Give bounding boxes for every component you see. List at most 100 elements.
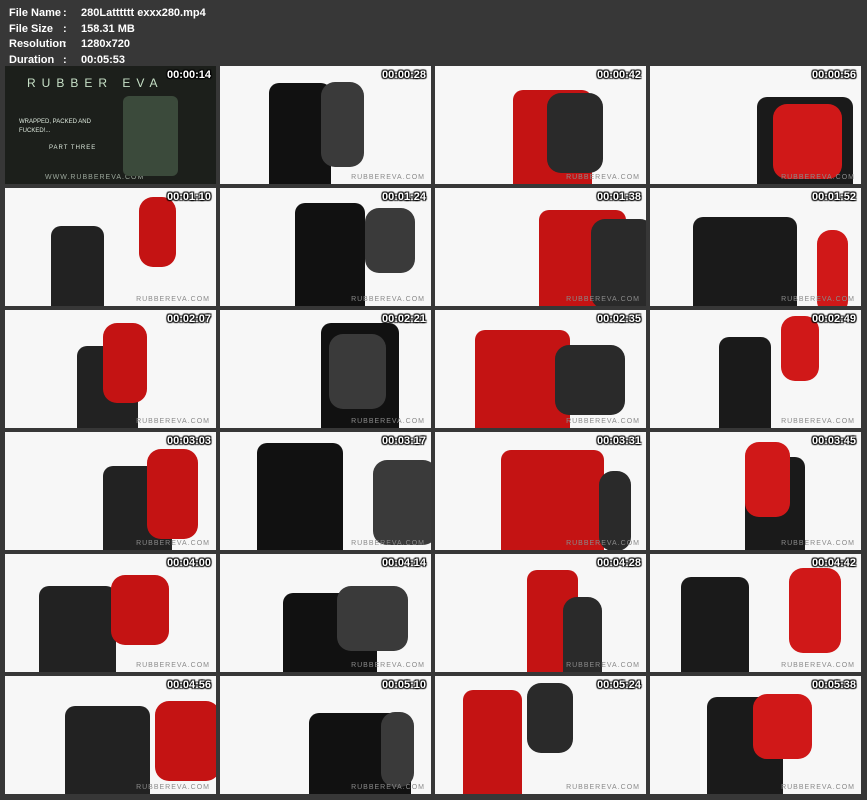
figure-silhouette (39, 586, 116, 672)
watermark: RUBBEREVA.COM (351, 174, 425, 181)
watermark: RUBBEREVA.COM (566, 174, 640, 181)
watermark: RUBBEREVA.COM (351, 784, 425, 791)
figure-silhouette (781, 316, 819, 381)
title-card-part: PART THREE (49, 145, 97, 151)
figure-silhouette (817, 230, 848, 306)
thumbnail-timestamp: 00:04:28 (596, 557, 641, 569)
video-thumbnail[interactable]: RUBBEREVA.COM 00:02:49 (650, 310, 861, 428)
watermark: RUBBEREVA.COM (136, 662, 210, 669)
resolution-value: 1280x720 (81, 38, 130, 50)
video-thumbnail[interactable]: RUBBEREVA.COM 00:00:42 (435, 66, 646, 184)
video-thumbnail[interactable]: RUBBEREVA.COM 00:01:10 (5, 188, 216, 306)
video-thumbnail[interactable]: RUBBEREVA.COM 00:00:56 (650, 66, 861, 184)
figure-silhouette (693, 217, 797, 306)
figure-silhouette (591, 219, 646, 306)
watermark: RUBBEREVA.COM (781, 418, 855, 425)
watermark: RUBBEREVA.COM (351, 418, 425, 425)
figure-silhouette (139, 197, 176, 267)
video-thumbnail[interactable]: RUBBEREVA.COM 00:03:31 (435, 432, 646, 550)
video-thumbnail[interactable]: RUBBEREVA.COM 00:05:10 (220, 676, 431, 794)
file-info-separator: : (63, 38, 67, 50)
thumbnail-timestamp: 00:02:49 (811, 313, 856, 325)
figure-silhouette (103, 323, 147, 403)
video-thumbnail[interactable]: RUBBEREVA.COM 00:03:03 (5, 432, 216, 550)
thumbnail-timestamp: 00:00:14 (166, 69, 211, 81)
file-info-key: File Size (9, 22, 54, 35)
video-thumbnail[interactable]: RUBBEREVA.COM 00:01:52 (650, 188, 861, 306)
figure-silhouette (111, 575, 169, 645)
file-info-separator: : (63, 22, 67, 35)
file-info-row: File Name : 280Latttttt exxx280.mp4 (9, 6, 206, 22)
thumbnail-timestamp: 00:04:00 (166, 557, 211, 569)
file-info-row: Resolution : 1280x720 (9, 37, 206, 53)
figure-silhouette (381, 712, 414, 787)
title-card-brand: RUBBER EVA (27, 76, 164, 90)
figure-silhouette (789, 568, 841, 653)
video-thumbnail[interactable]: RUBBEREVA.COM 00:01:38 (435, 188, 646, 306)
figure-silhouette (719, 337, 771, 428)
file-info-panel: File Name : 280Latttttt exxx280.mp4 File… (9, 6, 206, 68)
figure-silhouette (555, 345, 625, 415)
watermark: RUBBEREVA.COM (566, 662, 640, 669)
video-thumbnail[interactable]: RUBBER EVA WRAPPED, PACKED AND FUCKED!...… (5, 66, 216, 184)
thumbnail-timestamp: 00:00:56 (811, 69, 856, 81)
thumbnail-timestamp: 00:00:28 (381, 69, 426, 81)
file-name-value: 280Latttttt exxx280.mp4 (81, 7, 206, 19)
watermark: RUBBEREVA.COM (781, 174, 855, 181)
video-thumbnail[interactable]: RUBBEREVA.COM 00:04:42 (650, 554, 861, 672)
video-thumbnail[interactable]: RUBBEREVA.COM 00:03:45 (650, 432, 861, 550)
watermark: RUBBEREVA.COM (781, 540, 855, 547)
watermark: RUBBEREVA.COM (566, 540, 640, 547)
watermark: RUBBEREVA.COM (351, 540, 425, 547)
title-card-subtitle: WRAPPED, PACKED AND FUCKED!... (19, 119, 91, 134)
figure-silhouette (329, 334, 386, 409)
figure-silhouette (753, 694, 812, 759)
video-thumbnail[interactable]: RUBBEREVA.COM 00:04:14 (220, 554, 431, 672)
thumbnail-timestamp: 00:02:21 (381, 313, 426, 325)
video-thumbnail[interactable]: RUBBEREVA.COM 00:02:35 (435, 310, 646, 428)
video-thumbnail[interactable]: RUBBEREVA.COM 00:00:28 (220, 66, 431, 184)
figure-silhouette (463, 690, 522, 794)
thumbnail-timestamp: 00:01:24 (381, 191, 426, 203)
thumbnail-timestamp: 00:02:07 (166, 313, 211, 325)
thumbnail-timestamp: 00:03:17 (381, 435, 426, 447)
file-size-value: 158.31 MB (81, 22, 135, 35)
video-thumbnail[interactable]: RUBBEREVA.COM 00:04:00 (5, 554, 216, 672)
figure-silhouette (51, 226, 104, 306)
thumbnail-timestamp: 00:03:31 (596, 435, 641, 447)
thumbnail-timestamp: 00:04:14 (381, 557, 426, 569)
thumbnail-timestamp: 00:00:42 (596, 69, 641, 81)
video-thumbnail[interactable]: RUBBEREVA.COM 00:05:38 (650, 676, 861, 794)
watermark: RUBBEREVA.COM (566, 784, 640, 791)
thumbnail-timestamp: 00:01:52 (811, 191, 856, 203)
thumbnail-timestamp: 00:03:03 (166, 435, 211, 447)
figure-silhouette (599, 471, 631, 550)
file-info-separator: : (63, 7, 67, 19)
video-thumbnail[interactable]: RUBBEREVA.COM 00:05:24 (435, 676, 646, 794)
thumbnail-grid: RUBBER EVA WRAPPED, PACKED AND FUCKED!...… (5, 66, 861, 794)
video-thumbnail[interactable]: RUBBEREVA.COM 00:04:56 (5, 676, 216, 794)
watermark: RUBBEREVA.COM (781, 296, 855, 303)
video-thumbnail[interactable]: RUBBEREVA.COM 00:01:24 (220, 188, 431, 306)
file-info-row: File Size : 158.31 MB (9, 22, 206, 38)
figure-silhouette (527, 683, 573, 753)
figure-silhouette (147, 449, 198, 539)
watermark: RUBBEREVA.COM (136, 418, 210, 425)
thumbnail-timestamp: 00:05:38 (811, 679, 856, 691)
video-thumbnail[interactable]: RUBBEREVA.COM 00:02:21 (220, 310, 431, 428)
video-thumbnail[interactable]: RUBBEREVA.COM 00:03:17 (220, 432, 431, 550)
watermark: RUBBEREVA.COM (136, 540, 210, 547)
watermark: RUBBEREVA.COM (566, 296, 640, 303)
thumbnail-timestamp: 00:01:38 (596, 191, 641, 203)
figure-silhouette (745, 442, 790, 517)
video-thumbnail[interactable]: RUBBEREVA.COM 00:04:28 (435, 554, 646, 672)
watermark: RUBBEREVA.COM (781, 784, 855, 791)
figure-silhouette (155, 701, 216, 781)
figure-silhouette (501, 450, 604, 550)
video-thumbnail[interactable]: RUBBEREVA.COM 00:02:07 (5, 310, 216, 428)
figure-silhouette (681, 577, 749, 672)
watermark: RUBBEREVA.COM (781, 662, 855, 669)
watermark: RUBBEREVA.COM (136, 296, 210, 303)
figure-silhouette (373, 460, 431, 545)
thumbnail-timestamp: 00:03:45 (811, 435, 856, 447)
